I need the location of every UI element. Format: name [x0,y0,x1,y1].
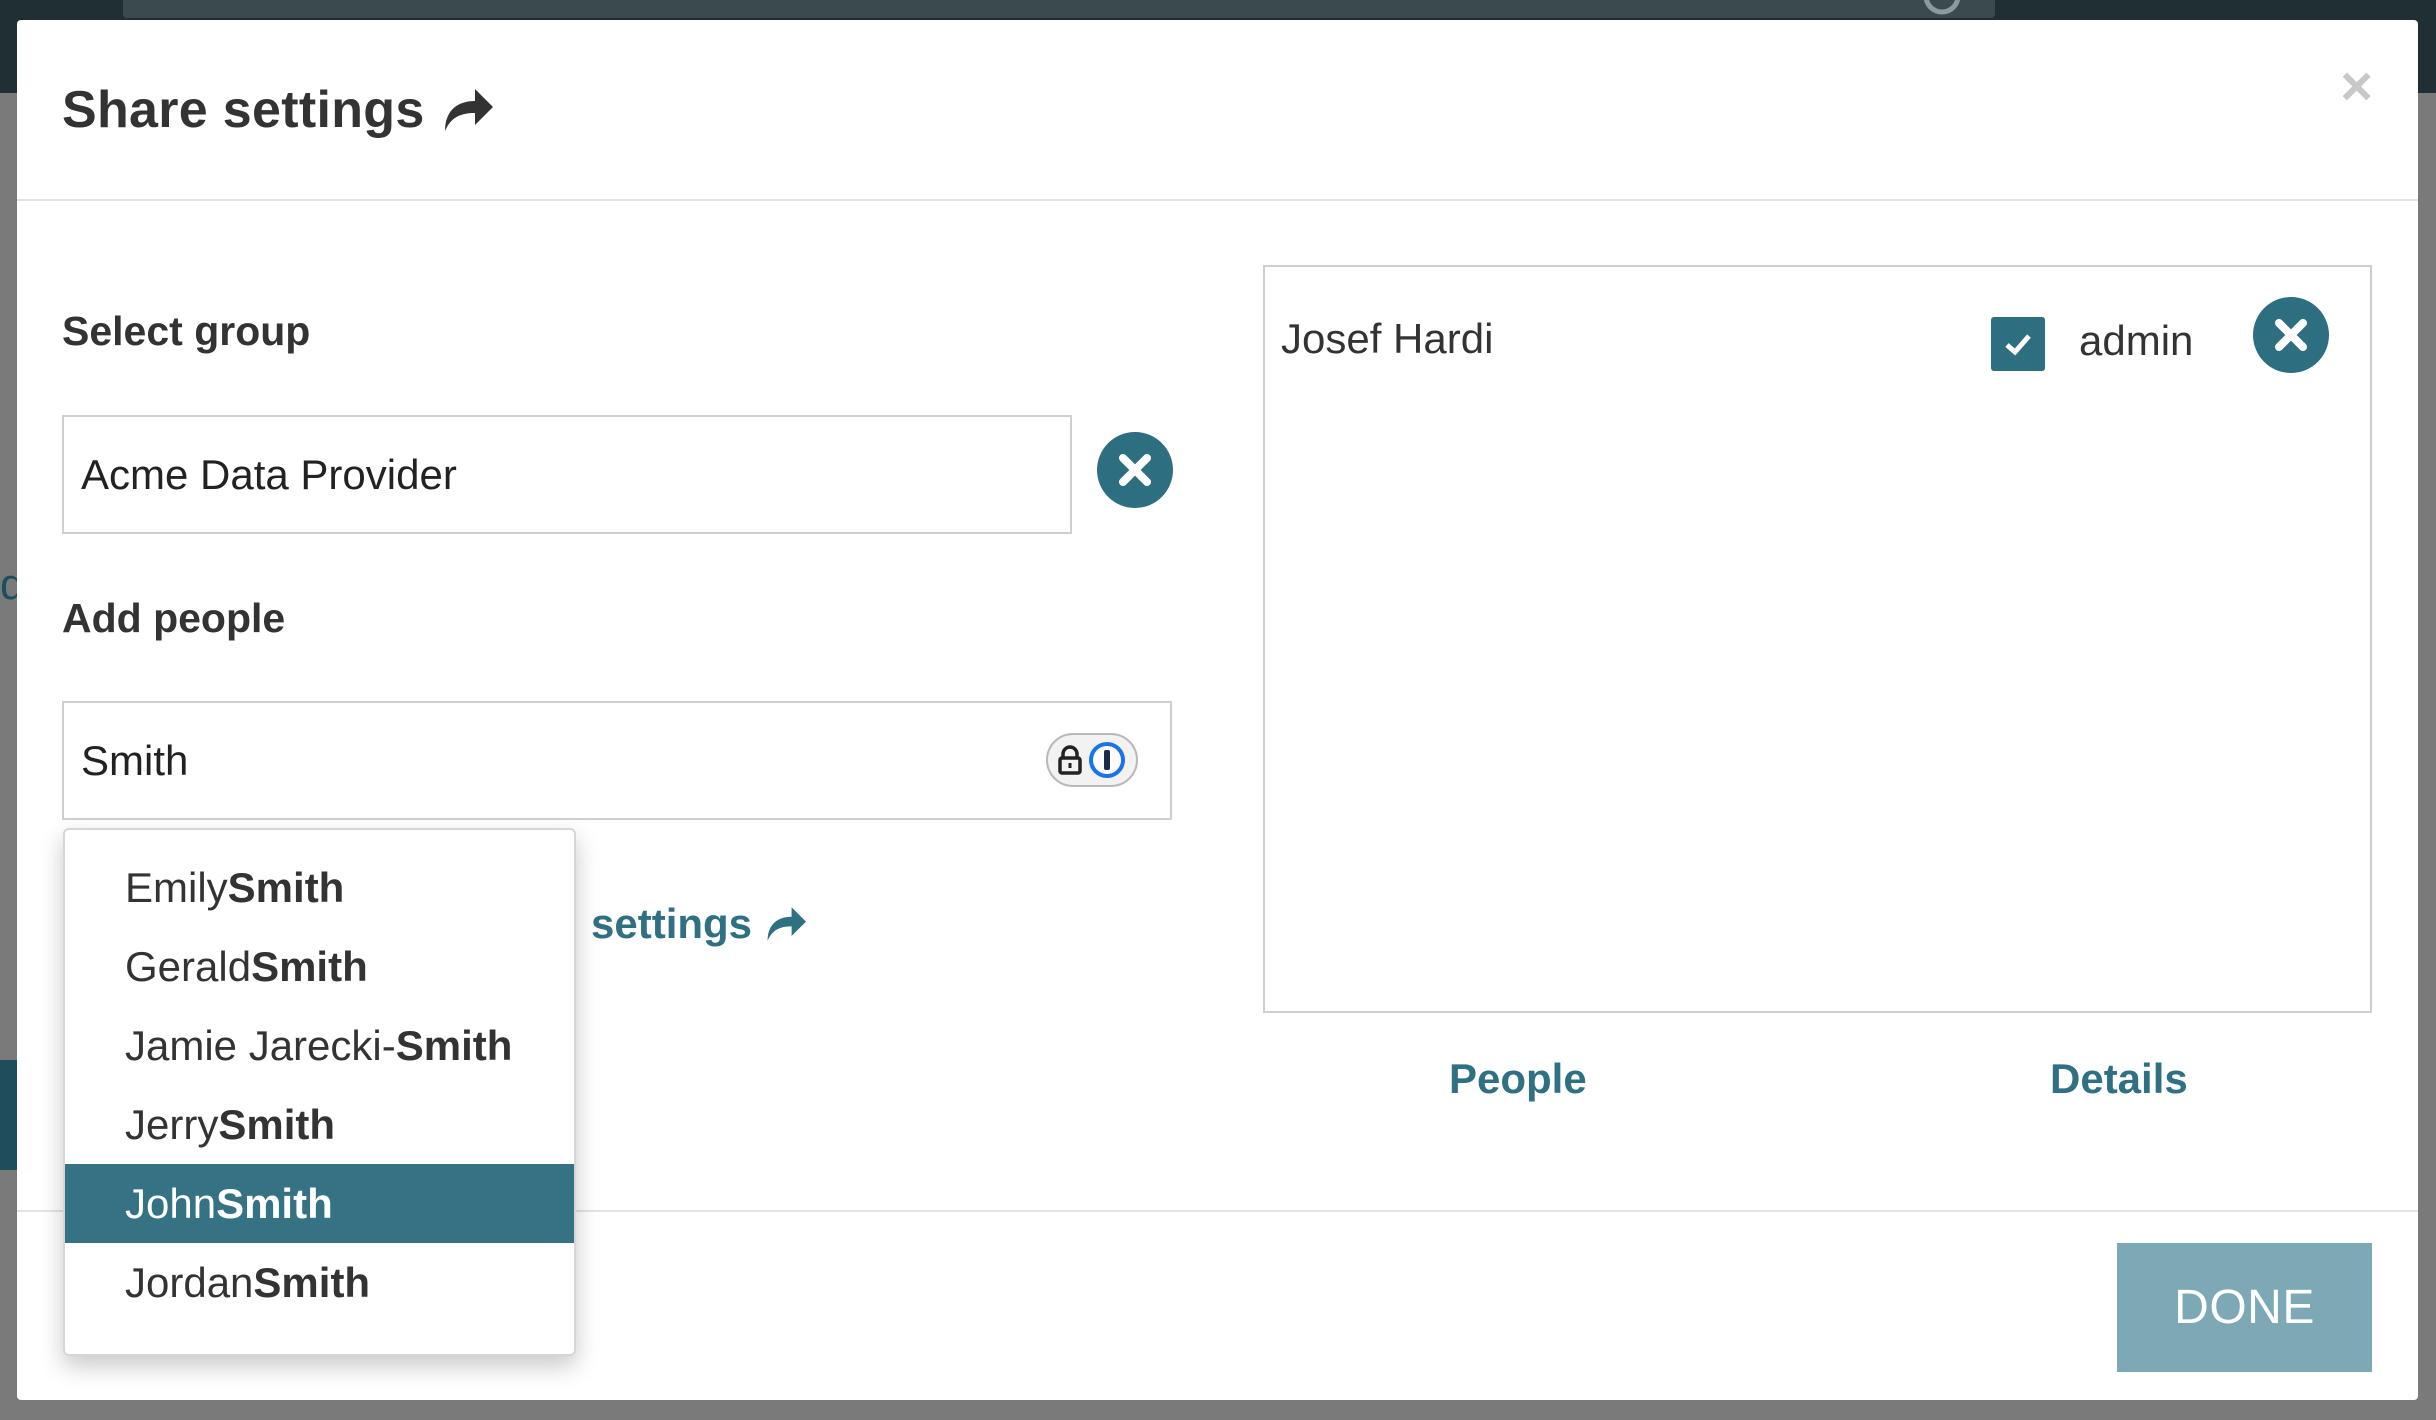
suggestion-match: Smith [395,1021,513,1069]
advanced-settings-link-text: settings [591,900,753,947]
add-people-label: Add people [62,595,286,641]
suggestion-first: Emily [125,863,228,911]
select-group-label: Select group [62,308,311,354]
background-side-tab [0,1060,18,1170]
checkmark-icon [2005,334,2031,356]
suggestion-match: Smith [218,1100,336,1148]
modal-title: Share settings [62,80,495,140]
suggestion-item[interactable]: Emily Smith [65,848,574,927]
member-name: Josef Hardi [1281,315,1494,362]
lock-icon [1058,745,1082,775]
suggestion-match: Smith [216,1179,333,1227]
admin-checkbox[interactable] [1991,317,2045,371]
suggestion-match: Smith [253,1258,371,1306]
clear-group-button[interactable] [1097,432,1173,508]
add-people-input-value: Smith [81,736,189,784]
advanced-settings-link[interactable]: settings [591,900,808,948]
suggestion-item[interactable]: Jordan Smith [65,1243,574,1322]
group-input[interactable]: Acme Data Provider [62,415,1072,534]
suggestion-first: John [125,1179,217,1227]
tab-details[interactable]: Details [2050,1055,2188,1103]
background-search-placeholder: Search [153,0,292,8]
modal-title-text: Share settings [62,81,425,139]
suggestion-first: Jamie Jarecki- [125,1021,396,1069]
add-people-input[interactable]: Smith [62,701,1172,820]
close-button[interactable]: × [2340,58,2373,114]
suggestion-item[interactable]: Jamie Jarecki- Smith [65,1006,574,1085]
done-button[interactable]: DONE [2117,1243,2372,1372]
background-search-field: Search [123,0,1995,18]
share-arrow-icon [767,907,807,941]
suggestion-item-highlighted[interactable]: John Smith [65,1164,574,1243]
password-manager-badge[interactable] [1046,733,1138,787]
suggestion-match: Smith [251,942,368,990]
share-arrow-icon [444,89,493,131]
share-settings-modal: Share settings × Select group Acme Data … [17,20,2418,1400]
search-icon [1923,0,1961,15]
tab-people[interactable]: People [1449,1055,1587,1103]
remove-member-button[interactable] [2253,297,2329,373]
suggestion-match: Smith [227,863,345,911]
member-role-label: admin [2079,317,2194,364]
members-list: Josef Hardi admin [1263,265,2372,1013]
people-suggestions-dropdown: Emily Smith Gerald Smith Jamie Jarecki- S… [63,828,576,1356]
suggestion-first: Jerry [125,1100,219,1148]
suggestion-first: Gerald [125,942,252,990]
close-icon [2275,319,2307,351]
group-input-value: Acme Data Provider [81,450,457,498]
suggestion-item[interactable]: Gerald Smith [65,927,574,1006]
password-manager-icon [1089,742,1125,778]
close-icon [1119,454,1151,486]
modal-header: Share settings × [17,20,2418,201]
suggestion-item[interactable]: Jerry Smith [65,1085,574,1164]
suggestion-first: Jordan [125,1258,254,1306]
